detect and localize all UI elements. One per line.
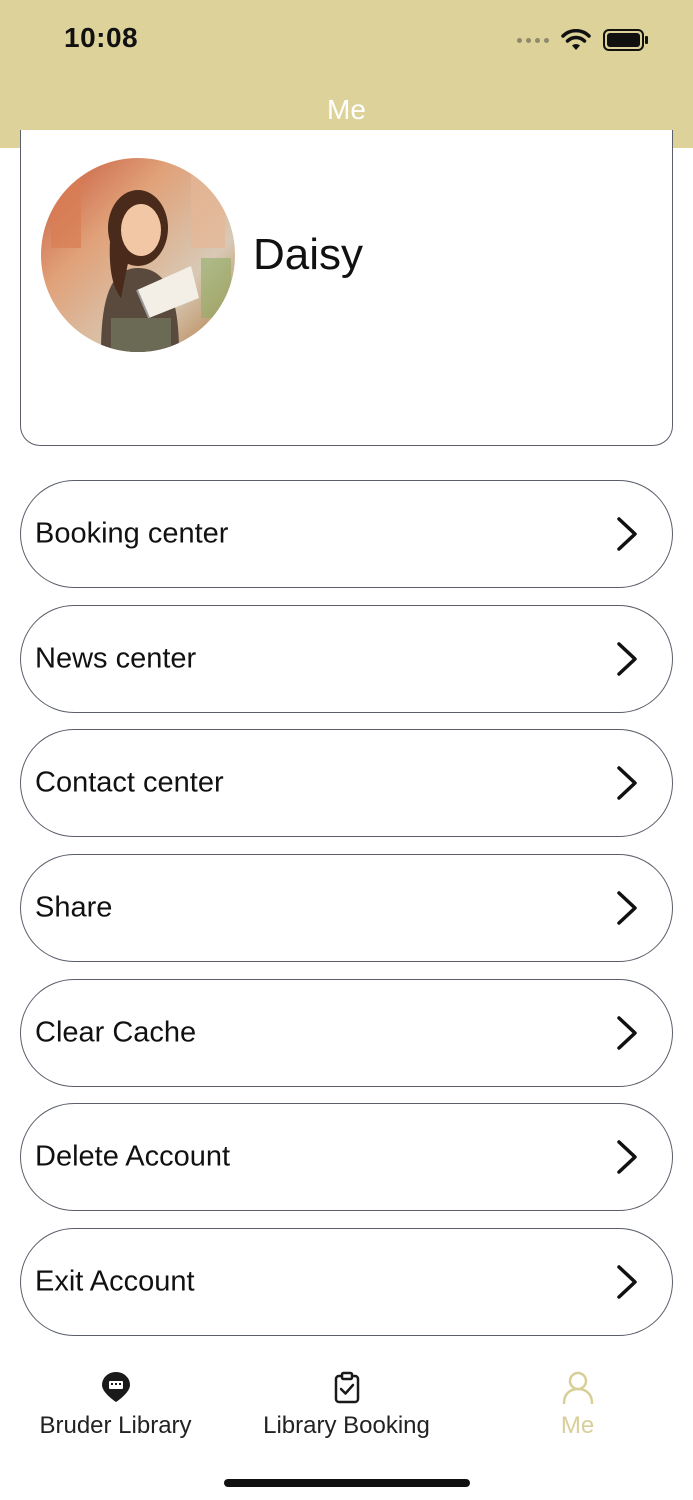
home-indicator[interactable]	[224, 1479, 470, 1487]
wifi-icon	[561, 29, 591, 50]
tab-label: Bruder Library	[39, 1412, 192, 1439]
tab-library-booking[interactable]: Library Booking	[231, 1370, 462, 1454]
menu-item-label: Clear Cache	[35, 1016, 197, 1049]
menu-item-clear-cache[interactable]: Clear Cache	[20, 979, 673, 1087]
menu-item-label: News center	[35, 642, 197, 675]
menu-item-exit-account[interactable]: Exit Account	[20, 1228, 673, 1336]
battery-icon	[603, 29, 648, 51]
page-title: Me	[327, 94, 366, 125]
menu-item-label: Delete Account	[35, 1140, 231, 1173]
chevron-right-icon	[617, 1016, 637, 1050]
tab-bruder-library[interactable]: Bruder Library	[0, 1370, 231, 1454]
person-icon	[562, 1371, 593, 1404]
chevron-right-icon	[617, 517, 637, 551]
profile-card: Daisy	[20, 130, 673, 446]
tab-me[interactable]: Me	[462, 1370, 693, 1454]
menu-item-share[interactable]: Share	[20, 854, 673, 962]
avatar[interactable]	[41, 158, 235, 352]
top-bar: 10:08 Me	[0, 0, 693, 148]
menu-item-label: Share	[35, 891, 113, 924]
menu-item-label: Exit Account	[35, 1265, 195, 1298]
clipboard-check-icon	[334, 1371, 359, 1404]
menu-item-news-center[interactable]: News center	[20, 605, 673, 713]
chevron-right-icon	[617, 1265, 637, 1299]
menu-item-label: Booking center	[35, 517, 229, 550]
cellular-signal-icon	[517, 37, 549, 43]
menu-item-booking-center[interactable]: Booking center	[20, 480, 673, 588]
tab-label: Me	[560, 1412, 595, 1439]
status-icons	[517, 28, 649, 52]
chevron-right-icon	[617, 891, 637, 925]
status-time: 10:08	[64, 22, 139, 53]
location-pin-icon	[101, 1372, 130, 1402]
chevron-right-icon	[617, 1140, 637, 1174]
chevron-right-icon	[617, 766, 637, 800]
profile-name: Daisy	[253, 230, 364, 279]
menu-item-delete-account[interactable]: Delete Account	[20, 1103, 673, 1211]
menu-item-contact-center[interactable]: Contact center	[20, 729, 673, 837]
chevron-right-icon	[617, 642, 637, 676]
menu-item-label: Contact center	[35, 766, 224, 799]
tab-label: Library Booking	[263, 1412, 430, 1439]
